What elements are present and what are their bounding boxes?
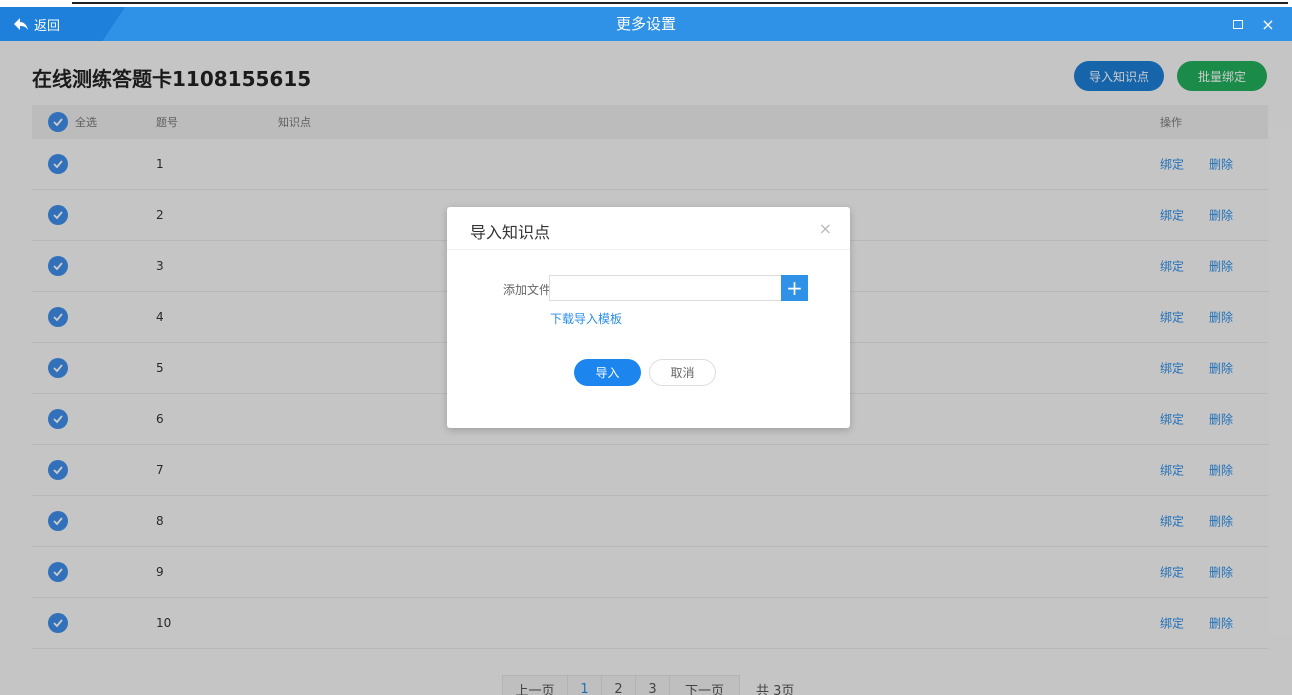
window-title: 更多设置 xyxy=(615,15,676,33)
maximize-icon xyxy=(1233,19,1243,29)
title-bar: 返回 更多设置 × xyxy=(0,7,1292,41)
file-path-input[interactable] xyxy=(549,275,781,301)
back-button[interactable]: 返回 xyxy=(0,7,125,41)
back-arrow-icon xyxy=(14,18,28,30)
back-label: 返回 xyxy=(34,18,61,34)
add-file-label: 添加文件 xyxy=(503,283,552,297)
dialog-close-icon[interactable]: × xyxy=(819,219,832,238)
maximize-button[interactable] xyxy=(1226,7,1250,41)
dialog-divider xyxy=(447,249,850,250)
plus-icon: + xyxy=(786,276,803,300)
dialog-title: 导入知识点 xyxy=(470,223,551,242)
download-template-link[interactable]: 下载导入模板 xyxy=(550,310,622,327)
top-border xyxy=(0,0,1292,7)
add-file-button[interactable]: + xyxy=(781,275,808,301)
window-close-button[interactable]: × xyxy=(1256,7,1280,41)
import-knowledge-dialog: 导入知识点 × 添加文件 + 下载导入模板 导入 取消 xyxy=(447,207,850,428)
cancel-button[interactable]: 取消 xyxy=(649,359,716,386)
close-icon: × xyxy=(1261,14,1275,34)
import-confirm-button[interactable]: 导入 xyxy=(574,359,641,386)
